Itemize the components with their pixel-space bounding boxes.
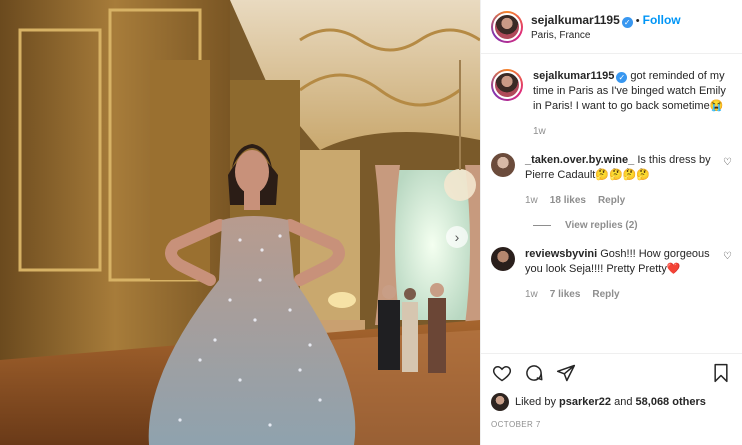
view-replies-label: View replies (2) [565, 220, 638, 231]
view-replies-button[interactable]: View replies (2) [533, 220, 742, 231]
comment-avatar[interactable] [491, 153, 515, 177]
next-arrow-icon[interactable]: › [446, 226, 468, 248]
verified-icon: ✓ [616, 72, 628, 83]
header-username[interactable]: sejalkumar1195 [531, 13, 620, 27]
comment-heart-icon[interactable]: ♡ [723, 251, 732, 302]
liked-by-prefix: Liked by [515, 396, 556, 408]
comment-username[interactable]: reviewsbyvini [525, 248, 597, 260]
post-sidebar: sejalkumar1195 ✓ • Follow Paris, France sej… [480, 0, 742, 445]
comment-avatar[interactable] [491, 247, 515, 271]
caption-row: sejalkumar1195 ✓ got reminded of my time … [481, 69, 742, 139]
comment-time[interactable]: 1w [525, 193, 538, 208]
comment-likes[interactable]: 18 likes [550, 193, 586, 208]
liked-by-others[interactable]: 58,068 others [636, 396, 706, 408]
view-replies-line [533, 225, 551, 226]
photo-illustration [0, 0, 480, 445]
follow-button[interactable]: Follow [643, 13, 681, 27]
caption-username[interactable]: sejalkumar1195 [533, 70, 614, 82]
comment-likes[interactable]: 7 likes [550, 287, 581, 302]
post-date[interactable]: OCTOBER 7 [481, 412, 742, 429]
post-header: sejalkumar1195 ✓ • Follow Paris, France [481, 0, 742, 54]
heart-icon[interactable] [491, 362, 513, 384]
separator-dot: • [635, 15, 640, 28]
instagram-post: › sejalkumar1195 ✓ • Follow Paris, France s… [0, 0, 742, 445]
post-photo[interactable]: › [0, 0, 480, 445]
post-actions: Liked by psarker22 and 58,068 others OCT… [481, 353, 742, 445]
comment-icon[interactable] [523, 362, 545, 384]
likes-summary: Liked by psarker22 and 58,068 others [481, 392, 742, 412]
avatar[interactable] [491, 10, 523, 43]
caption-avatar[interactable] [491, 69, 523, 101]
reply-button[interactable]: Reply [598, 193, 625, 208]
reply-button[interactable]: Reply [592, 287, 619, 302]
verified-icon: ✓ [621, 17, 633, 29]
bookmark-icon[interactable] [710, 362, 732, 384]
location-link[interactable]: Paris, France [531, 30, 681, 43]
comment-item: _taken.over.by.wine_ Is this dress by Pi… [481, 153, 742, 208]
liked-by-and: and [614, 396, 633, 408]
comment-item: reviewsbyvini Gosh!!! How gorgeous you l… [481, 247, 742, 302]
caption-time[interactable]: 1w [533, 124, 546, 139]
share-icon[interactable] [555, 362, 577, 384]
comment-time[interactable]: 1w [525, 287, 538, 302]
comment-heart-icon[interactable]: ♡ [723, 157, 732, 208]
comments-list[interactable]: sejalkumar1195 ✓ got reminded of my time … [481, 55, 742, 353]
liked-by-user[interactable]: psarker22 [559, 396, 611, 408]
liker-avatar[interactable] [491, 393, 509, 411]
comment-username[interactable]: _taken.over.by.wine_ [525, 154, 634, 166]
